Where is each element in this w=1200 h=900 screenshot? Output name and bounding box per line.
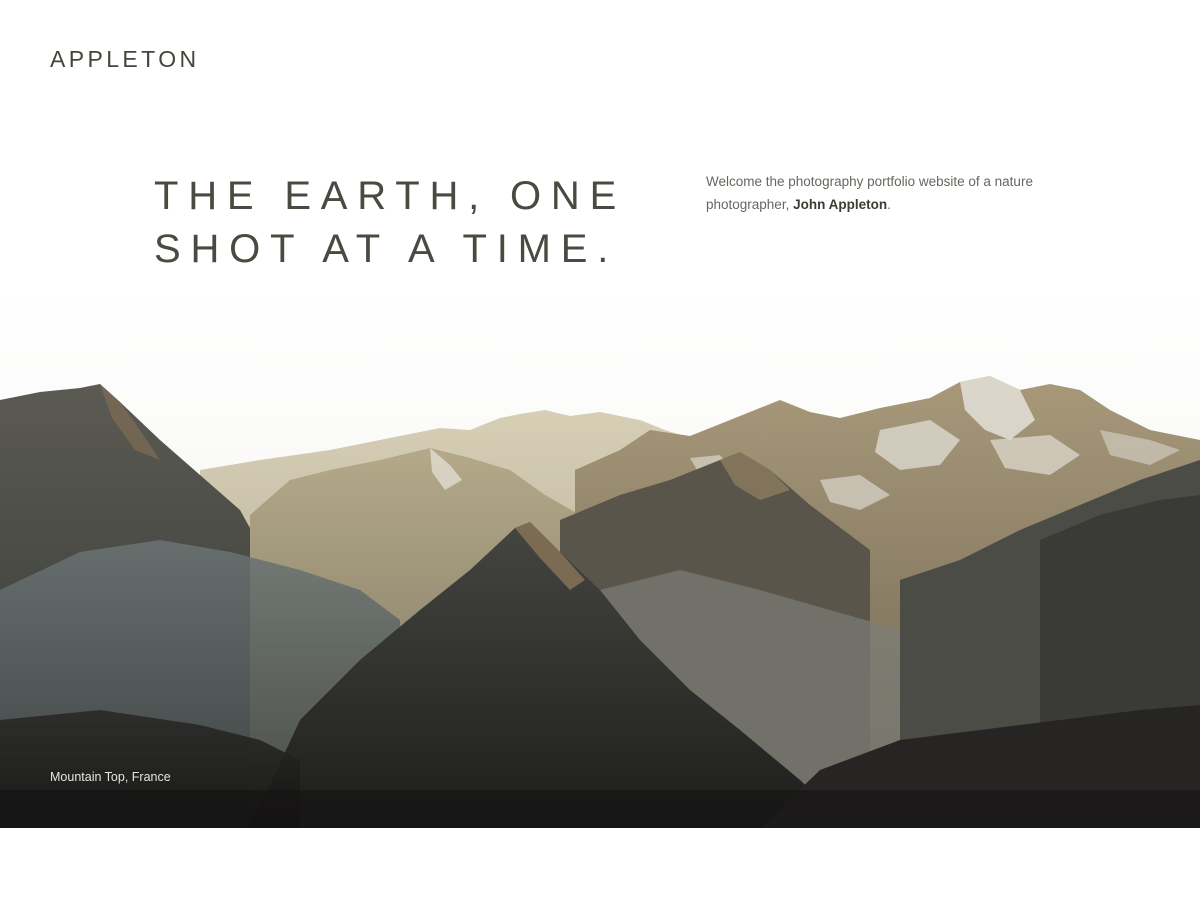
site-logo[interactable]: APPLETON [50, 44, 200, 74]
mountain-landscape-image [0, 290, 1200, 828]
hero-headline: THE EARTH, ONE SHOT AT A TIME. [154, 170, 634, 276]
photographer-name: John Appleton [793, 197, 888, 212]
hero-mountain-photo [0, 290, 1200, 828]
intro-text-end: . [887, 197, 891, 212]
headline-line-2: SHOT AT A TIME. [154, 227, 619, 271]
photo-caption: Mountain Top, France [50, 770, 171, 784]
intro-text: Welcome the photography portfolio websit… [706, 170, 1036, 216]
headline-line-1: THE EARTH, ONE [154, 174, 627, 218]
